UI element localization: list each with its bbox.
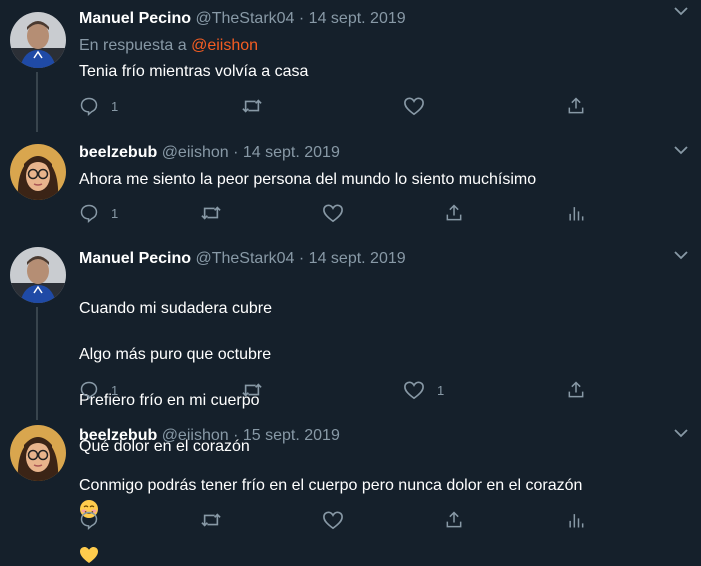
like-button[interactable] bbox=[322, 202, 344, 224]
tweet-text-body: Conmigo podrás tener frío en el cuerpo p… bbox=[79, 477, 583, 494]
reply-button[interactable] bbox=[79, 509, 99, 531]
analytics-button[interactable] bbox=[566, 509, 586, 531]
separator: · bbox=[298, 10, 305, 27]
chevron-down-icon[interactable] bbox=[673, 428, 689, 438]
heart-icon bbox=[323, 204, 343, 223]
avatar-image bbox=[10, 425, 66, 481]
avatar-image bbox=[10, 247, 66, 303]
tweet-date[interactable]: 14 sept. 2019 bbox=[243, 144, 340, 161]
analytics-icon bbox=[569, 207, 584, 221]
reply-icon bbox=[80, 97, 98, 116]
user-handle[interactable]: @TheStark04 bbox=[195, 250, 294, 267]
reply-icon bbox=[80, 204, 98, 223]
display-name[interactable]: Manuel Pecino bbox=[79, 250, 191, 267]
avatar[interactable] bbox=[10, 425, 66, 481]
retweet-icon bbox=[201, 513, 221, 527]
share-button[interactable] bbox=[566, 95, 586, 117]
retweet-button[interactable] bbox=[200, 202, 222, 224]
retweet-button[interactable] bbox=[241, 95, 263, 117]
reply-button[interactable]: 1 bbox=[79, 95, 118, 117]
retweet-icon bbox=[242, 99, 262, 113]
heart-icon bbox=[323, 511, 343, 530]
text-line: Algo más puro que octubre bbox=[79, 346, 272, 363]
share-button[interactable] bbox=[444, 509, 464, 531]
avatar-image bbox=[10, 144, 66, 200]
chevron-down-icon[interactable] bbox=[673, 250, 689, 260]
display-name[interactable]: beelzebub bbox=[79, 427, 157, 444]
reply-icon bbox=[80, 381, 98, 400]
user-handle[interactable]: @eiishon bbox=[162, 144, 229, 161]
reply-context: En respuesta a @eiishon bbox=[79, 35, 258, 57]
like-button[interactable] bbox=[322, 509, 344, 531]
separator: · bbox=[233, 144, 239, 161]
avatar[interactable] bbox=[10, 144, 66, 200]
tweet-date[interactable]: 15 sept. 2019 bbox=[243, 427, 340, 444]
share-icon bbox=[446, 511, 462, 528]
reply-button[interactable]: 1 bbox=[79, 379, 118, 401]
tweet-header: Manuel Pecino @TheStark04 · 14 sept. 201… bbox=[79, 8, 406, 30]
analytics-button[interactable] bbox=[566, 202, 586, 224]
reply-prefix: En respuesta a bbox=[79, 37, 187, 54]
chevron-down-icon[interactable] bbox=[673, 6, 689, 16]
like-button[interactable] bbox=[403, 95, 425, 117]
yellow-heart-emoji bbox=[80, 546, 98, 563]
share-icon bbox=[446, 204, 462, 221]
tweet-header: beelzebub @eiishon · 15 sept. 2019 bbox=[79, 425, 340, 447]
share-icon bbox=[568, 97, 584, 114]
tweet[interactable]: Manuel Pecino @TheStark04 · 14 sept. 201… bbox=[0, 240, 701, 455]
heart-icon bbox=[404, 97, 424, 116]
avatar[interactable] bbox=[10, 247, 66, 303]
share-button[interactable] bbox=[566, 379, 586, 401]
reply-count: 1 bbox=[111, 382, 119, 398]
chevron-down-icon[interactable] bbox=[673, 145, 689, 155]
separator: · bbox=[298, 250, 305, 267]
share-icon bbox=[568, 381, 584, 398]
reply-icon bbox=[80, 511, 98, 530]
display-name[interactable]: beelzebub bbox=[79, 144, 157, 161]
separator: · bbox=[233, 427, 239, 444]
display-name[interactable]: Manuel Pecino bbox=[79, 10, 191, 27]
like-count: 1 bbox=[437, 382, 445, 398]
heart-icon bbox=[404, 381, 424, 400]
like-button[interactable]: 1 bbox=[403, 379, 444, 401]
reply-handle-link[interactable]: @eiishon bbox=[191, 37, 258, 54]
tweet[interactable]: Manuel Pecino @TheStark04 · 14 sept. 201… bbox=[0, 0, 701, 132]
retweet-button[interactable] bbox=[241, 379, 263, 401]
tweet-date[interactable]: 14 sept. 2019 bbox=[309, 10, 406, 27]
tweet-text: Tenia frío mientras volvía a casa bbox=[79, 63, 309, 80]
tweet-header: beelzebub @eiishon · 14 sept. 2019 bbox=[79, 142, 340, 164]
retweet-button[interactable] bbox=[200, 509, 222, 531]
reply-count: 1 bbox=[111, 98, 119, 114]
retweet-icon bbox=[201, 206, 221, 220]
tweet[interactable]: beelzebub @eiishon · 14 sept. 2019 Ahora… bbox=[0, 137, 701, 235]
retweet-icon bbox=[242, 383, 262, 397]
avatar-image bbox=[10, 12, 66, 68]
user-handle[interactable]: @TheStark04 bbox=[195, 10, 294, 27]
tweet[interactable]: beelzebub @eiishon · 15 sept. 2019 Conmi… bbox=[0, 420, 701, 563]
tweet-text: Ahora me siento la peor persona del mund… bbox=[79, 171, 537, 188]
tweet-text: Conmigo podrás tener frío en el cuerpo p… bbox=[79, 451, 679, 566]
text-line: Cuando mi sudadera cubre bbox=[79, 300, 273, 317]
share-button[interactable] bbox=[444, 202, 464, 224]
tweet-date[interactable]: 14 sept. 2019 bbox=[309, 250, 406, 267]
tweet-header: Manuel Pecino @TheStark04 · 14 sept. 201… bbox=[79, 248, 406, 270]
avatar[interactable] bbox=[10, 12, 66, 68]
thread-line bbox=[36, 72, 38, 132]
reply-button[interactable]: 1 bbox=[79, 202, 118, 224]
analytics-icon bbox=[569, 514, 584, 528]
reply-count: 1 bbox=[111, 205, 119, 221]
thread-line bbox=[36, 307, 38, 420]
user-handle[interactable]: @eiishon bbox=[162, 427, 229, 444]
